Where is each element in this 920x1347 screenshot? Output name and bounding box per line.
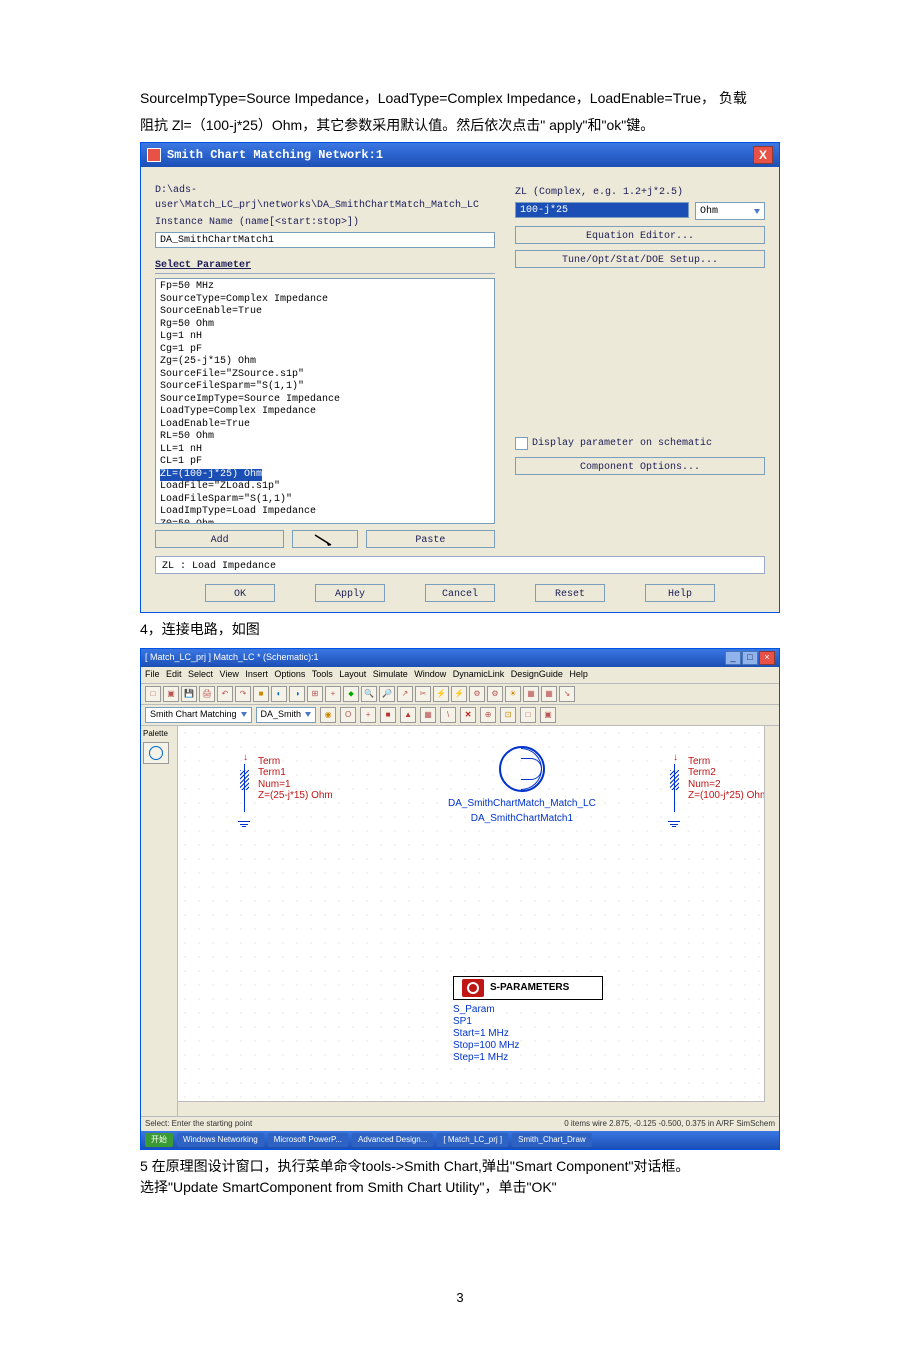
ads-schematic-window: [ Match_LC_prj ] Match_LC * (Schematic):… <box>140 648 780 1150</box>
display-parameter-checkbox[interactable] <box>515 437 528 450</box>
ads-menubar[interactable]: File Edit Select View Insert Options Too… <box>141 667 779 684</box>
task-item[interactable]: Windows Networking <box>177 1133 264 1147</box>
schematic-canvas[interactable]: ↓ Term Term1 Num=1 Z=(25-j*15) Ohm DA_Sm… <box>178 726 779 1116</box>
start-button[interactable]: 开始 <box>145 1133 173 1147</box>
zl-explain: ZL : Load Impedance <box>155 556 765 574</box>
title-icon <box>147 148 161 162</box>
display-parameter-label: Display parameter on schematic <box>532 436 712 451</box>
ads-statusbar: Select: Enter the starting point 0 items… <box>141 1116 779 1131</box>
component-path: D:\ads-user\Match_LC_prj\networks\DA_Smi… <box>155 183 495 213</box>
paste-button[interactable]: Paste <box>366 530 495 548</box>
maximize-icon[interactable]: □ <box>742 651 758 665</box>
smith-chart-icon <box>499 746 545 792</box>
step5-line1: 5 在原理图设计窗口，执行菜单命令tools->Smith Chart,弹出"S… <box>140 1156 780 1177</box>
palette-bar[interactable]: Palette <box>141 726 178 1116</box>
zl-unit-select[interactable]: Ohm <box>695 202 765 220</box>
zl-label: ZL (Complex, e.g. 1.2+j*2.5) <box>515 185 765 200</box>
dialog-titlebar[interactable]: Smith Chart Matching Network:1 X <box>141 143 779 167</box>
parameter-list[interactable]: Fp=50 MHz SourceType=Complex Impedance S… <box>155 278 495 524</box>
horizontal-scrollbar[interactable] <box>178 1101 765 1116</box>
ads-toolbar-1[interactable]: □▣💾🖨 ↶↷■ ◐◑ ⊞+⬥ 🔍🔎↗✂ ⚡⚡ ⚙⚙☀ ▦▦↘ <box>141 684 779 705</box>
zl-value-input[interactable]: 100-j*25 <box>515 202 689 218</box>
component-options-button[interactable]: Component Options... <box>515 457 765 475</box>
intro-line1: SourceImpType=Source Impedance，LoadType=… <box>140 88 780 109</box>
equation-editor-button[interactable]: Equation Editor... <box>515 226 765 244</box>
step4-text: 4，连接电路，如图 <box>140 619 780 640</box>
cancel-button[interactable]: Cancel <box>425 584 495 602</box>
ads-toolbar-2[interactable]: Smith Chart Matching DA_Smith ◉O +■ ▲▦ \… <box>141 705 779 726</box>
smith-chart-dialog: Smith Chart Matching Network:1 X D:\ads-… <box>140 142 780 613</box>
chevron-down-icon <box>754 209 760 214</box>
s-param-icon <box>462 979 484 997</box>
intro-line2: 阻抗 Zl=（100-j*25）Ohm，其它参数采用默认值。然后依次点击" ap… <box>140 115 780 136</box>
task-item[interactable]: Microsoft PowerP... <box>268 1133 348 1147</box>
ok-button[interactable]: OK <box>205 584 275 602</box>
task-item[interactable]: [ Match_LC_prj ] <box>437 1133 508 1147</box>
smith-component[interactable]: DA_SmithChartMatch_Match_LC DA_SmithChar… <box>448 746 596 826</box>
palette-combo[interactable]: Smith Chart Matching <box>145 707 252 723</box>
select-parameter-header: Select Parameter <box>155 258 495 274</box>
reset-button[interactable]: Reset <box>535 584 605 602</box>
windows-taskbar[interactable]: 开始 Windows Networking Microsoft PowerP..… <box>141 1131 779 1149</box>
ads-titlebar[interactable]: [ Match_LC_prj ] Match_LC * (Schematic):… <box>141 649 779 667</box>
instance-name-label: Instance Name (name[<start:stop>]) <box>155 215 495 230</box>
add-button[interactable]: Add <box>155 530 284 548</box>
dialog-title: Smith Chart Matching Network:1 <box>167 146 383 164</box>
minimize-icon[interactable]: _ <box>725 651 741 665</box>
task-item[interactable]: Advanced Design... <box>352 1133 433 1147</box>
vertical-scrollbar[interactable] <box>764 726 779 1116</box>
page-number: 3 <box>140 1288 780 1308</box>
step5-line2: 选择"Update SmartComponent from Smith Char… <box>140 1177 780 1198</box>
close-icon[interactable]: X <box>753 146 773 164</box>
arrow-button[interactable] <box>292 530 358 548</box>
help-button[interactable]: Help <box>645 584 715 602</box>
component-combo[interactable]: DA_Smith <box>256 707 317 723</box>
term1-block[interactable]: ↓ Term Term1 Num=1 Z=(25-j*15) Ohm <box>238 756 333 828</box>
close-icon[interactable]: × <box>759 651 775 665</box>
term2-block[interactable]: ↓ Term Term2 Num=2 Z=(100-j*25) Ohm <box>668 756 768 828</box>
instance-name-input[interactable]: DA_SmithChartMatch1 <box>155 232 495 248</box>
apply-button[interactable]: Apply <box>315 584 385 602</box>
s-parameters-block[interactable]: S-PARAMETERS S_Param SP1 Start=1 MHz Sto… <box>453 976 603 1064</box>
task-item[interactable]: Smith_Chart_Draw <box>512 1133 592 1147</box>
palette-smith-icon[interactable] <box>143 742 169 764</box>
tune-opt-button[interactable]: Tune/Opt/Stat/DOE Setup... <box>515 250 765 268</box>
